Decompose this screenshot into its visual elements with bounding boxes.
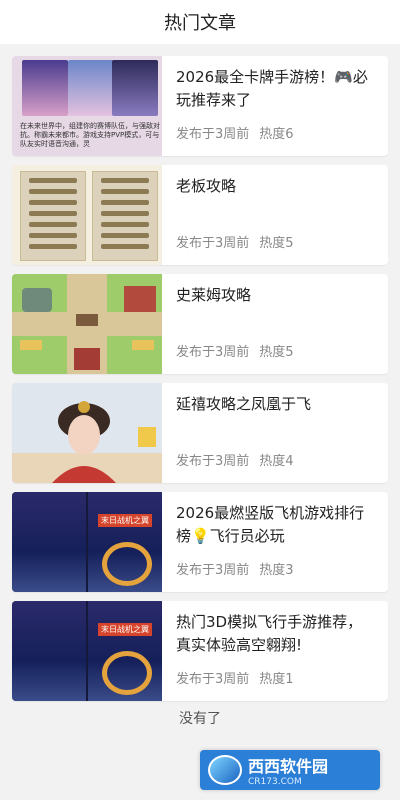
thumbnail-banner: 末日战机之翼 [98, 514, 152, 527]
article-meta: 发布于3周前 热度5 [176, 341, 294, 360]
watermark-brand: 西西软件园 [248, 757, 329, 776]
logo-icon [208, 755, 242, 785]
heat-count: 热度1 [259, 672, 294, 687]
watermark-logo: 西西软件园 CR173.COM [200, 750, 380, 790]
article-title[interactable]: 史莱姆攻略 [176, 284, 376, 307]
article-card[interactable]: 老板攻略 发布于3周前 热度5 [12, 165, 388, 265]
article-card[interactable]: 末日战机之翼 2026最燃竖版飞机游戏排行榜💡飞行员必玩 发布于3周前 热度3 [12, 492, 388, 592]
end-of-list-text: 没有了 [179, 711, 221, 727]
article-thumbnail [12, 274, 162, 374]
article-thumbnail [12, 383, 162, 483]
publish-time: 发布于3周前 [176, 454, 250, 469]
article-title[interactable]: 2026最燃竖版飞机游戏排行榜💡飞行员必玩 [176, 502, 376, 548]
heat-count: 热度4 [259, 454, 294, 469]
page-title: 热门文章 [164, 13, 236, 34]
publish-time: 发布于3周前 [176, 345, 250, 360]
thumbnail-caption: 在未来世界中，组建你的赛博队伍，与强敌对抗。称霸未来都市。游戏支持PVP模式，可… [20, 122, 160, 148]
publish-time: 发布于3周前 [176, 563, 250, 578]
heat-count: 热度6 [259, 127, 294, 142]
heat-count: 热度3 [259, 563, 294, 578]
article-title[interactable]: 2026最全卡牌手游榜！🎮必玩推荐来了 [176, 66, 376, 112]
article-meta: 发布于3周前 热度6 [176, 123, 294, 142]
article-card[interactable]: 在未来世界中，组建你的赛博队伍，与强敌对抗。称霸未来都市。游戏支持PVP模式，可… [12, 56, 388, 156]
publish-time: 发布于3周前 [176, 672, 250, 687]
heat-count: 热度5 [259, 345, 294, 360]
thumbnail-banner: 末日战机之翼 [98, 623, 152, 636]
article-thumbnail [12, 165, 162, 265]
article-title[interactable]: 热门3D模拟飞行手游推荐，真实体验高空翱翔! [176, 611, 376, 657]
publish-time: 发布于3周前 [176, 127, 250, 142]
article-thumbnail: 末日战机之翼 [12, 492, 162, 592]
publish-time: 发布于3周前 [176, 236, 250, 251]
article-meta: 发布于3周前 热度5 [176, 232, 294, 251]
article-meta: 发布于3周前 热度3 [176, 559, 294, 578]
heat-count: 热度5 [259, 236, 294, 251]
article-title[interactable]: 延禧攻略之凤凰于飞 [176, 393, 376, 416]
article-meta: 发布于3周前 热度1 [176, 668, 294, 687]
article-list: 在未来世界中，组建你的赛博队伍，与强敌对抗。称霸未来都市。游戏支持PVP模式，可… [12, 56, 388, 710]
article-card[interactable]: 史莱姆攻略 发布于3周前 热度5 [12, 274, 388, 374]
article-thumbnail: 在未来世界中，组建你的赛博队伍，与强敌对抗。称霸未来都市。游戏支持PVP模式，可… [12, 56, 162, 156]
article-card[interactable]: 末日战机之翼 热门3D模拟飞行手游推荐，真实体验高空翱翔! 发布于3周前 热度1 [12, 601, 388, 701]
article-title[interactable]: 老板攻略 [176, 175, 376, 198]
article-card[interactable]: 延禧攻略之凤凰于飞 发布于3周前 热度4 [12, 383, 388, 483]
article-thumbnail: 末日战机之翼 [12, 601, 162, 701]
article-meta: 发布于3周前 热度4 [176, 450, 294, 469]
top-bar: 热门文章 [0, 0, 400, 44]
watermark-site: CR173.COM [248, 777, 302, 787]
